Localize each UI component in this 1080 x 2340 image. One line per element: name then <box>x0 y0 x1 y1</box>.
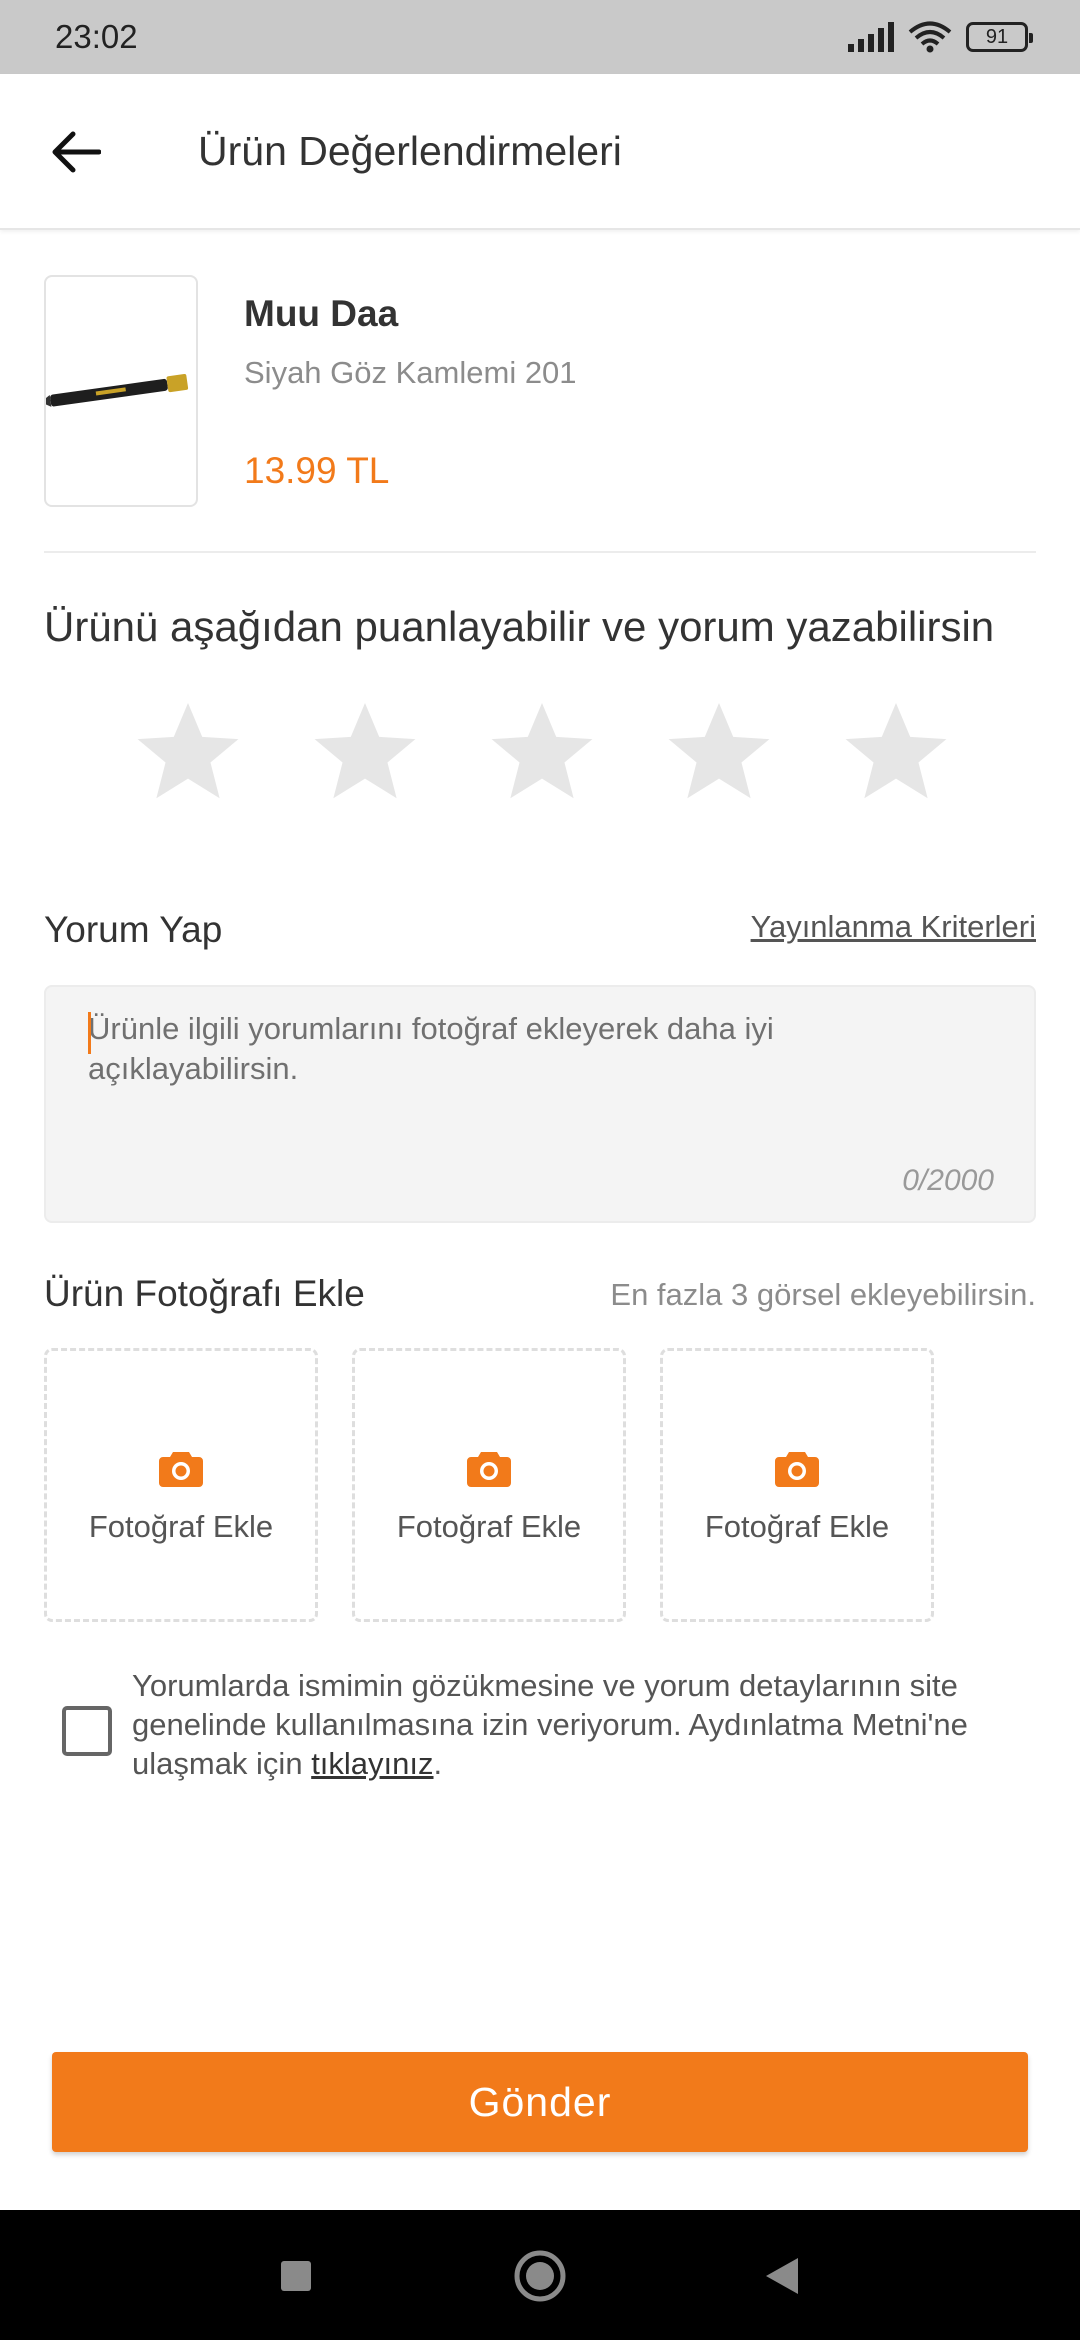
add-photo-label: Fotoğraf Ekle <box>396 1509 582 1544</box>
add-photo-button[interactable]: Fotoğraf Ekle <box>44 1348 318 1622</box>
publishing-criteria-link[interactable]: Yayınlanma Kriterleri <box>751 909 1036 945</box>
add-photo-button[interactable]: Fotoğraf Ekle <box>660 1348 934 1622</box>
camera-icon <box>467 1452 511 1487</box>
star-rating <box>128 692 956 812</box>
comment-label: Yorum Yap <box>44 909 223 950</box>
comment-box: 0/2000 <box>44 985 1036 1223</box>
character-counter: 0/2000 <box>902 1164 994 1197</box>
star-icon <box>668 702 770 799</box>
product-brand: Muu Daa <box>244 293 399 334</box>
signal-icon <box>848 22 894 52</box>
add-photo-button[interactable]: Fotoğraf Ekle <box>352 1348 626 1622</box>
arrow-left-icon <box>52 131 101 173</box>
app-bar: Ürün Değerlendirmeleri <box>0 74 1080 230</box>
divider <box>44 551 1036 553</box>
wifi-icon <box>908 21 952 53</box>
star-5[interactable] <box>836 692 956 812</box>
add-photo-label: Fotoğraf Ekle <box>704 1509 890 1544</box>
photo-hint: En fazla 3 görsel ekleyebilirsin. <box>610 1277 1036 1312</box>
star-icon <box>491 702 593 799</box>
comment-input[interactable] <box>88 1009 988 1139</box>
square-icon <box>281 2261 311 2291</box>
star-1[interactable] <box>128 692 248 812</box>
photo-section-label: Ürün Fotoğrafı Ekle <box>44 1273 365 1314</box>
consent-text-end: . <box>433 1746 443 1781</box>
consent-text: Yorumlarda ismimin gözükmesine ve yorum … <box>132 1666 1042 1783</box>
eyeliner-pencil-image <box>46 374 189 407</box>
camera-icon <box>775 1452 819 1487</box>
star-icon <box>845 702 947 799</box>
recents-button[interactable] <box>268 2248 324 2304</box>
product-name: Siyah Göz Kamlemi 201 <box>244 355 577 390</box>
home-button[interactable] <box>512 2248 568 2304</box>
star-icon <box>314 702 416 799</box>
camera-icon <box>159 1452 203 1487</box>
star-2[interactable] <box>305 692 425 812</box>
product-image <box>44 275 198 507</box>
nav-back-button[interactable] <box>754 2248 810 2304</box>
text-cursor <box>88 1012 91 1054</box>
battery-level: 91 <box>985 25 1009 48</box>
status-time: 23:02 <box>55 18 138 55</box>
triangle-back-icon <box>766 2258 798 2294</box>
disclosure-link[interactable]: tıklayınız <box>311 1746 433 1781</box>
star-icon <box>137 702 239 799</box>
rating-prompt: Ürünü aşağıdan puanlayabilir ve yorum ya… <box>44 603 995 650</box>
photo-slots: Fotoğraf Ekle Fotoğraf Ekle Fotoğraf Ekl… <box>44 1348 934 1622</box>
add-photo-label: Fotoğraf Ekle <box>88 1509 274 1544</box>
status-icons: 91 <box>848 21 1033 53</box>
product-review-screen: 23:02 91 Ürün Değerlendirmeleri Muu Daa … <box>0 0 1080 2340</box>
product-price: 13.99 TL <box>244 450 390 491</box>
consent-checkbox[interactable] <box>62 1706 112 1756</box>
submit-button[interactable]: Gönder <box>52 2052 1028 2152</box>
system-navigation-bar <box>0 2210 1080 2340</box>
battery-icon: 91 <box>966 22 1033 52</box>
star-3[interactable] <box>482 692 602 812</box>
consent-row: Yorumlarda ismimin gözükmesine ve yorum … <box>62 1666 1042 1783</box>
star-4[interactable] <box>659 692 779 812</box>
circle-icon <box>514 2250 566 2302</box>
status-bar: 23:02 91 <box>0 0 1080 74</box>
back-button[interactable] <box>42 118 110 186</box>
page-title: Ürün Değerlendirmeleri <box>198 128 622 174</box>
consent-text-body: Yorumlarda ismimin gözükmesine ve yorum … <box>132 1668 968 1781</box>
